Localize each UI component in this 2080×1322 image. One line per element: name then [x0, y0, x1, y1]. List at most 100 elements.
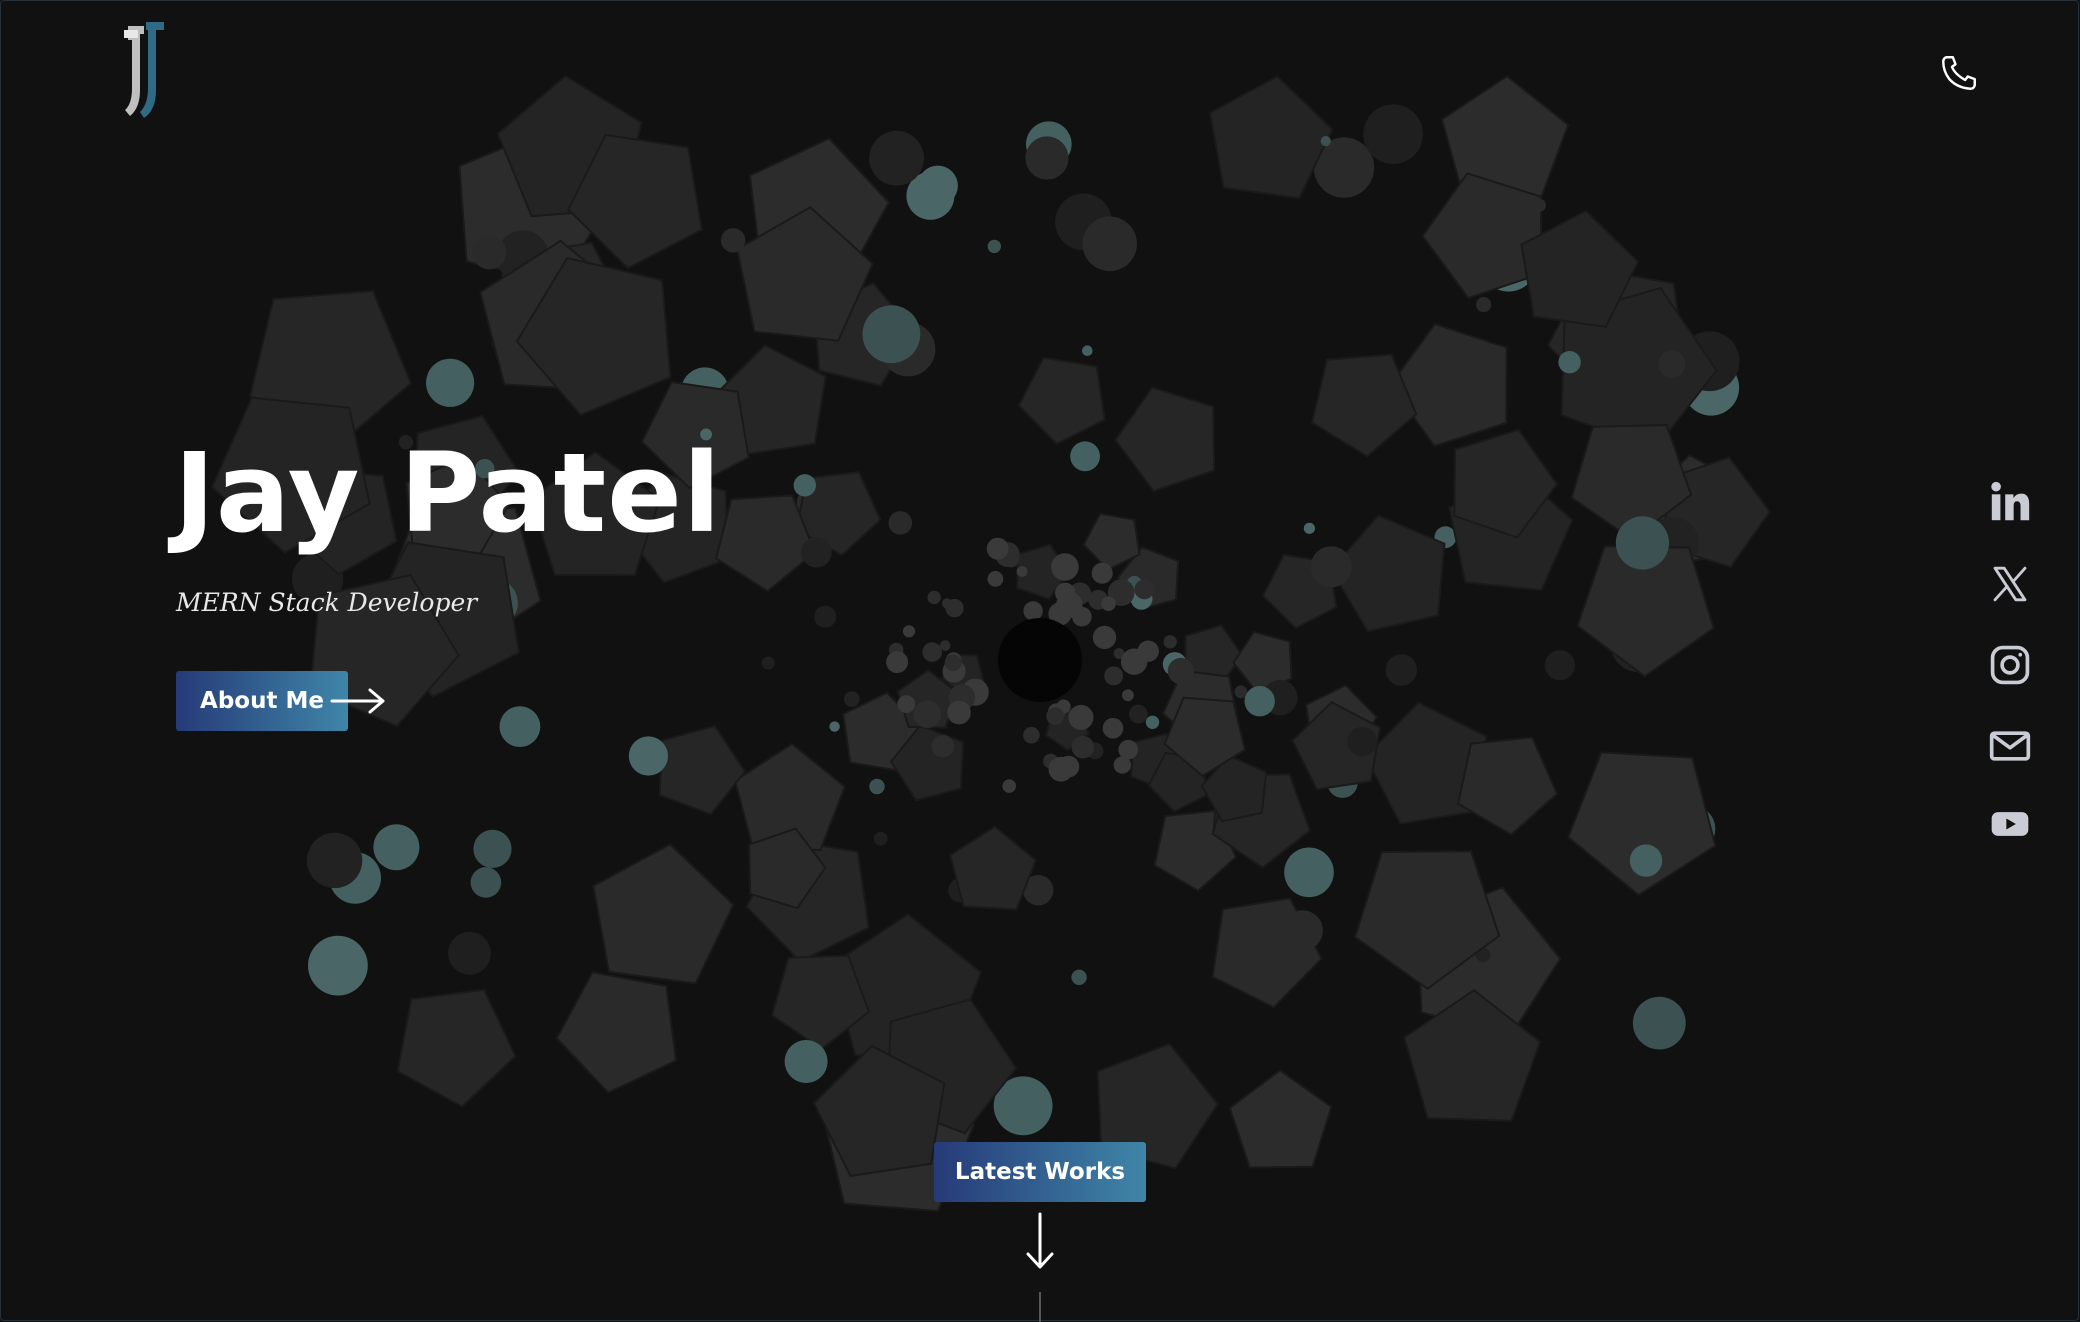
bg-bubble — [1533, 198, 1546, 212]
bg-bubble — [499, 706, 541, 747]
bg-bubble — [1118, 739, 1138, 760]
bg-bubble — [987, 239, 1001, 254]
bg-bubble — [801, 537, 832, 568]
instagram-icon[interactable] — [1982, 637, 2038, 693]
bg-bubble — [1129, 704, 1148, 724]
bg-bubble — [1320, 136, 1331, 147]
bg-bubble — [720, 228, 746, 253]
bg-bubble — [1025, 136, 1069, 180]
bg-bubble — [1303, 522, 1315, 534]
bg-bubble — [472, 235, 507, 270]
bg-pentagon — [1421, 172, 1543, 300]
bg-bubble — [1163, 635, 1177, 649]
hero-role: MERN Stack Developer — [176, 588, 478, 617]
bg-pentagon — [1228, 1069, 1333, 1169]
bg-bubble — [829, 721, 840, 732]
bg-bubble — [1658, 350, 1686, 378]
bg-bubble — [1023, 726, 1040, 744]
bg-bubble — [902, 625, 916, 638]
bg-bubble — [886, 651, 909, 674]
bg-bubble — [1101, 596, 1116, 611]
bg-bubble — [1082, 345, 1093, 357]
bg-bubble — [1347, 726, 1377, 757]
bg-bubble — [939, 640, 951, 651]
youtube-icon[interactable] — [1982, 796, 2038, 852]
bg-bubble — [1363, 104, 1423, 164]
bg-pentagon — [949, 825, 1037, 911]
bg-pentagon — [1456, 736, 1559, 836]
bg-bubble — [1284, 847, 1334, 898]
bg-bubble — [1046, 707, 1065, 726]
bg-bubble — [1615, 516, 1669, 570]
bg-bubble — [1082, 216, 1137, 272]
bg-bubble — [1051, 553, 1079, 581]
arrow-down-icon[interactable] — [1024, 1212, 1056, 1270]
bg-bubble — [941, 598, 953, 609]
bg-bubble — [473, 829, 512, 869]
bg-bubble — [1145, 715, 1160, 729]
bg-bubble — [1070, 441, 1100, 472]
bg-bubble — [1104, 666, 1124, 686]
scroll-indicator-line — [1039, 1292, 1041, 1322]
bg-pentagon — [1017, 356, 1106, 446]
bg-pentagon — [1389, 322, 1508, 448]
bg-bubble — [1071, 969, 1087, 985]
bg-bubble — [1071, 735, 1095, 759]
bg-bubble — [1092, 625, 1117, 650]
bg-bubble — [784, 1040, 828, 1083]
bg-bubble — [793, 474, 816, 497]
bg-bubble — [888, 511, 913, 535]
bg-bubble — [944, 654, 962, 672]
bg-bubble — [931, 735, 955, 758]
bg-pentagon — [555, 971, 678, 1094]
bg-bubble — [862, 305, 921, 364]
bg-bubble — [986, 537, 1009, 560]
bg-bubble — [1023, 601, 1043, 621]
bg-bubble — [1629, 844, 1663, 877]
bg-bubble — [628, 736, 669, 776]
bg-bubble — [998, 618, 1082, 702]
bg-bubble — [470, 867, 502, 898]
bg-bubble — [869, 778, 885, 795]
bg-bubble — [1068, 704, 1094, 730]
bg-bubble — [1544, 650, 1575, 681]
bg-bubble — [913, 700, 942, 729]
about-me-button[interactable]: About Me — [176, 671, 348, 731]
site-logo[interactable] — [122, 20, 172, 118]
bg-bubble — [1244, 686, 1275, 717]
bg-bubble — [448, 931, 491, 975]
bg-pentagon — [396, 988, 517, 1108]
bg-bubble — [373, 824, 420, 871]
bg-bubble — [308, 935, 368, 996]
hero-name: Jay Patel — [174, 429, 722, 557]
bg-bubble — [1122, 689, 1134, 702]
bg-bubble — [873, 831, 888, 846]
bg-bubble — [927, 590, 941, 605]
bg-bubble — [1476, 297, 1492, 313]
background-art — [210, 74, 1772, 1213]
bg-bubble — [814, 605, 837, 628]
bg-pentagon — [1440, 74, 1570, 200]
bg-bubble — [1310, 546, 1352, 588]
bg-bubble — [1056, 591, 1083, 618]
bg-bubble — [1048, 756, 1074, 782]
bg-bubble — [1002, 779, 1016, 793]
arrow-right-icon[interactable] — [330, 686, 386, 716]
bg-bubble — [1167, 657, 1194, 685]
bg-bubble — [1120, 648, 1148, 675]
bg-bubble — [1558, 351, 1581, 374]
bg-pentagon — [1114, 386, 1216, 493]
bg-bubble — [897, 695, 916, 713]
bg-bubble — [1385, 654, 1418, 686]
x-twitter-icon[interactable] — [1982, 556, 2038, 612]
bg-bubble — [947, 700, 971, 725]
phone-icon[interactable] — [1938, 52, 1980, 94]
logo-mark — [124, 22, 164, 118]
bg-bubble — [1282, 910, 1323, 951]
bg-bubble — [1102, 717, 1124, 739]
bg-bubble — [761, 656, 775, 670]
bg-bubble — [1134, 579, 1155, 600]
mail-icon[interactable] — [1982, 718, 2038, 774]
latest-works-button[interactable]: Latest Works — [934, 1142, 1146, 1202]
linkedin-icon[interactable] — [1982, 474, 2038, 530]
